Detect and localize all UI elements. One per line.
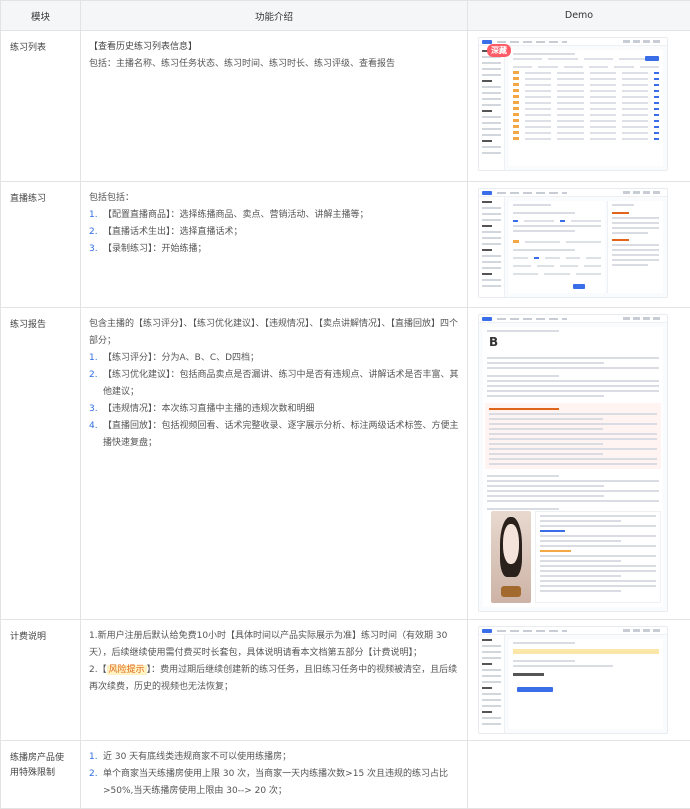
table-row: 计费说明 1.新用户注册后默认给免费10小时【具体时间以产品实际展示为准】练习时… — [1, 620, 690, 741]
header-demo: Demo — [468, 1, 690, 31]
list-item: 1.近 30 天有底线类违规商家不可以使用练播房； — [89, 749, 459, 766]
list-item: 3.【录制练习】：开始练播； — [89, 241, 459, 258]
demo-cell: 深藏 — [468, 31, 690, 182]
feature-table: 模块 功能介绍 Demo 练习列表 【查看历史练习列表信息】 包括：主播名称、练… — [0, 0, 690, 809]
intro-cell: 包含主播的【练习评分】、【练习优化建议】、【违规情况】、【卖点讲解情况】、【直播… — [81, 308, 468, 620]
list-item: 2.【练习优化建议】：包括商品卖点是否漏讲、练习中是否有违规点、讲解话术是否丰富… — [89, 367, 459, 401]
risk-tip: 风险提示 — [107, 665, 147, 675]
demo-cell — [468, 741, 690, 809]
header-module: 模块 — [1, 1, 81, 31]
list-item: 3.【违规情况】：本次练习直播中主播的违规次数和明细 — [89, 401, 459, 418]
billing-para-2: 2.【风险提示】：费用过期后继续创建新的练习任务，且旧练习任务中的视频被清空，且… — [89, 662, 459, 696]
demo-screenshot-report[interactable]: B — [478, 314, 668, 612]
demo-cell: B — [468, 308, 690, 620]
billing-para-1: 1.新用户注册后默认给免费10小时【具体时间以产品实际展示为准】练习时间（有效期… — [89, 628, 459, 662]
intro-cell: 【查看历史练习列表信息】 包括：主播名称、练习任务状态、练习时间、练习时长、练习… — [81, 31, 468, 182]
intro-list: 1.【练习评分】：分为A、B、C、D四档； 2.【练习优化建议】：包括商品卖点是… — [89, 350, 459, 452]
list-item: 4.【直播回放】：包括视频回看、话术完整收录、逐字展示分析、标注两级话术标签、方… — [89, 418, 459, 452]
demo-cell — [468, 182, 690, 308]
table-row: 练习列表 【查看历史练习列表信息】 包括：主播名称、练习任务状态、练习时间、练习… — [1, 31, 690, 182]
intro-lead: 包含主播的【练习评分】、【练习优化建议】、【违规情况】、【卖点讲解情况】、【直播… — [89, 316, 459, 350]
report-grade: B — [489, 335, 498, 349]
module-cell: 直播练习 — [1, 182, 81, 308]
list-item: 1.【练习评分】：分为A、B、C、D四档； — [89, 350, 459, 367]
module-cell: 计费说明 — [1, 620, 81, 741]
module-cell: 练播房产品使用特殊限制 — [1, 741, 81, 809]
header-intro: 功能介绍 — [81, 1, 468, 31]
header-row: 模块 功能介绍 Demo — [1, 1, 690, 31]
table-row: 练播房产品使用特殊限制 1.近 30 天有底线类违规商家不可以使用练播房； 2.… — [1, 741, 690, 809]
intro-list: 1.【配置直播商品】：选择练播商品、卖点、营销活动、讲解主播等； 2.【直播话术… — [89, 207, 459, 258]
intro-cell: 1.近 30 天有底线类违规商家不可以使用练播房； 2.单个商家当天练播房使用上… — [81, 741, 468, 809]
demo-screenshot-billing[interactable] — [478, 626, 668, 734]
table-row: 直播练习 包括包括： 1.【配置直播商品】：选择练播商品、卖点、营销活动、讲解主… — [1, 182, 690, 308]
module-cell: 练习列表 — [1, 31, 81, 182]
list-item: 2.【直播话术生出】：选择直播话术； — [89, 224, 459, 241]
intro-cell: 1.新用户注册后默认给免费10小时【具体时间以产品实际展示为准】练习时间（有效期… — [81, 620, 468, 741]
replay-video-thumbnail[interactable] — [491, 511, 531, 603]
table-row: 练习报告 包含主播的【练习评分】、【练习优化建议】、【违规情况】、【卖点讲解情况… — [1, 308, 690, 620]
list-item: 1.【配置直播商品】：选择练播商品、卖点、营销活动、讲解主播等； — [89, 207, 459, 224]
demo-screenshot-list[interactable]: 深藏 — [478, 37, 668, 171]
intro-cell: 包括包括： 1.【配置直播商品】：选择练播商品、卖点、营销活动、讲解主播等； 2… — [81, 182, 468, 308]
demo-tag: 深藏 — [487, 44, 511, 57]
intro-body: 包括：主播名称、练习任务状态、练习时间、练习时长、练习评级、查看报告 — [89, 56, 459, 73]
demo-screenshot-practice[interactable] — [478, 188, 668, 298]
module-cell: 练习报告 — [1, 308, 81, 620]
intro-lead: 包括包括： — [89, 190, 459, 207]
intro-title: 【查看历史练习列表信息】 — [89, 39, 459, 56]
list-item: 2.单个商家当天练播房使用上限 30 次，当商家一天内练播次数>15 次且违规的… — [89, 766, 459, 800]
demo-cell — [468, 620, 690, 741]
intro-list: 1.近 30 天有底线类违规商家不可以使用练播房； 2.单个商家当天练播房使用上… — [89, 749, 459, 800]
